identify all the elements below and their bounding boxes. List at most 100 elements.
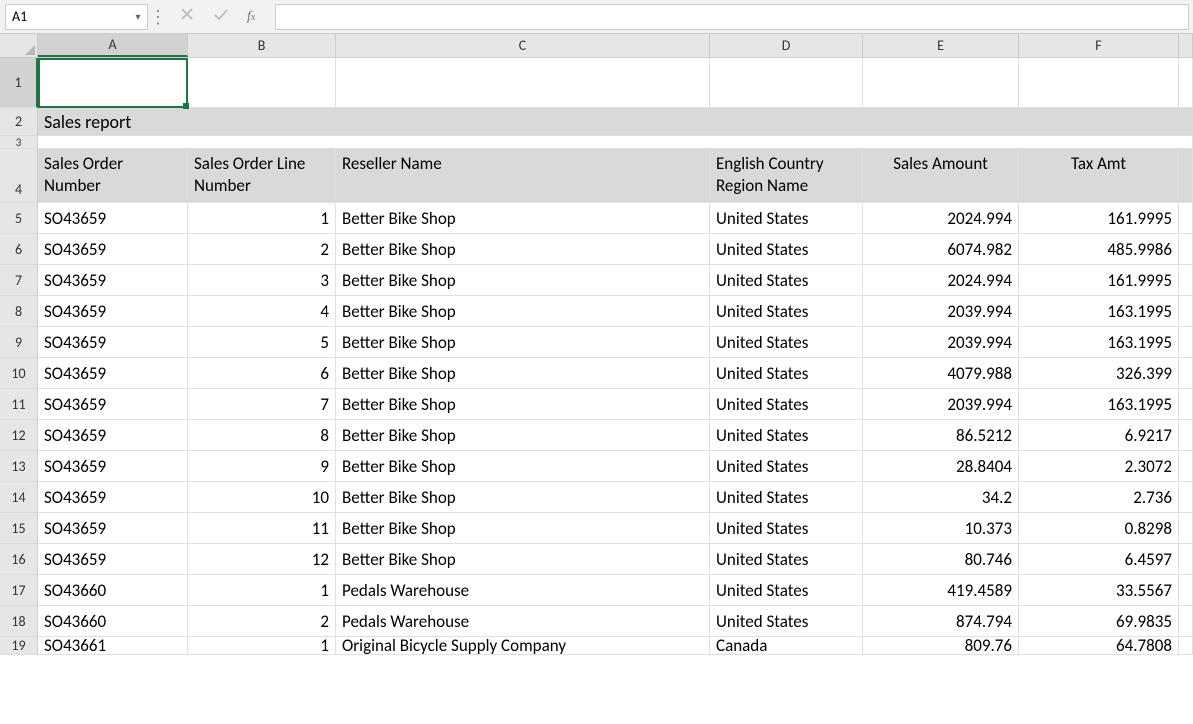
cell-line-number[interactable]: 5 [188, 327, 336, 358]
row-header-4[interactable]: 4 [0, 149, 38, 203]
row-header-17[interactable]: 17 [0, 575, 38, 606]
cell-country[interactable]: United States [710, 420, 863, 451]
header-country-region[interactable]: English CountryRegion Name [710, 149, 863, 203]
cell-line-number[interactable]: 3 [188, 265, 336, 296]
cell-order-number[interactable]: SO43659 [38, 451, 188, 482]
cell-G[interactable] [1179, 296, 1193, 327]
cell-country[interactable]: United States [710, 358, 863, 389]
cell-A1[interactable] [38, 58, 188, 108]
name-box-input[interactable] [6, 8, 147, 25]
cell-country[interactable]: United States [710, 203, 863, 234]
name-box-dropdown[interactable]: ▾ [129, 5, 147, 29]
cell-order-number[interactable]: SO43659 [38, 544, 188, 575]
cell-F1[interactable] [1019, 58, 1179, 108]
cell-order-number[interactable]: SO43659 [38, 482, 188, 513]
cell-sales-amount[interactable]: 874.794 [863, 606, 1019, 637]
cell-order-number[interactable]: SO43659 [38, 358, 188, 389]
cell-tax-amt[interactable]: 163.1995 [1019, 389, 1179, 420]
cell-tax-amt[interactable]: 2.3072 [1019, 451, 1179, 482]
cancel-icon[interactable] [179, 6, 195, 27]
header-sales-order-line-number[interactable]: Sales Order LineNumber [188, 149, 336, 203]
cell-G[interactable] [1179, 575, 1193, 606]
cell-G[interactable] [1179, 265, 1193, 296]
cell-order-number[interactable]: SO43659 [38, 389, 188, 420]
cell-G1[interactable] [1179, 58, 1193, 108]
cell-reseller-name[interactable]: Pedals Warehouse [336, 575, 710, 606]
cell-line-number[interactable]: 2 [188, 606, 336, 637]
cell-reseller-name[interactable]: Better Bike Shop [336, 358, 710, 389]
title-cell[interactable]: Sales report [38, 108, 1193, 136]
cell-tax-amt[interactable]: 6.4597 [1019, 544, 1179, 575]
cell-G[interactable] [1179, 327, 1193, 358]
cell-sales-amount[interactable]: 2024.994 [863, 203, 1019, 234]
cell-line-number[interactable]: 1 [188, 575, 336, 606]
header-reseller-name[interactable]: Reseller Name [336, 149, 710, 203]
cell-order-number[interactable]: SO43659 [38, 265, 188, 296]
cell-reseller-name[interactable]: Better Bike Shop [336, 327, 710, 358]
cell-country[interactable]: United States [710, 389, 863, 420]
cell-reseller-name[interactable]: Better Bike Shop [336, 265, 710, 296]
cell-country[interactable]: United States [710, 327, 863, 358]
cell-G[interactable] [1179, 389, 1193, 420]
cell-D1[interactable] [710, 58, 863, 108]
cell-order-number[interactable]: SO43659 [38, 513, 188, 544]
cell-country[interactable]: United States [710, 451, 863, 482]
cell-order-number[interactable]: SO43659 [38, 234, 188, 265]
formula-input[interactable] [276, 5, 1188, 29]
row-header-12[interactable]: 12 [0, 420, 38, 451]
select-all-corner[interactable] [0, 34, 38, 57]
cell-sales-amount[interactable]: 2039.994 [863, 296, 1019, 327]
row-header-7[interactable]: 7 [0, 265, 38, 296]
cell-tax-amt[interactable]: 485.9986 [1019, 234, 1179, 265]
row-header-18[interactable]: 18 [0, 606, 38, 637]
col-header-A[interactable]: A [38, 34, 188, 57]
cell-tax-amt[interactable]: 163.1995 [1019, 327, 1179, 358]
cell-tax-amt[interactable]: 326.399 [1019, 358, 1179, 389]
cell-country[interactable]: United States [710, 606, 863, 637]
cell-line-number[interactable]: 1 [188, 637, 336, 655]
name-box[interactable]: ▾ [5, 4, 148, 30]
row-header-19[interactable]: 19 [0, 637, 38, 655]
cell-line-number[interactable]: 2 [188, 234, 336, 265]
row-header-2[interactable]: 2 [0, 108, 38, 136]
cell-order-number[interactable]: SO43659 [38, 327, 188, 358]
cell-order-number[interactable]: SO43659 [38, 203, 188, 234]
cell-country[interactable]: United States [710, 544, 863, 575]
cell-sales-amount[interactable]: 4079.988 [863, 358, 1019, 389]
cell-country[interactable]: United States [710, 296, 863, 327]
row-header-5[interactable]: 5 [0, 203, 38, 234]
col-header-G[interactable] [1179, 34, 1193, 57]
cell-reseller-name[interactable]: Better Bike Shop [336, 482, 710, 513]
cell-line-number[interactable]: 4 [188, 296, 336, 327]
cell-tax-amt[interactable]: 0.8298 [1019, 513, 1179, 544]
cell-reseller-name[interactable]: Better Bike Shop [336, 544, 710, 575]
formula-input-wrap[interactable] [275, 4, 1189, 30]
col-header-F[interactable]: F [1019, 34, 1179, 57]
cell-sales-amount[interactable]: 2024.994 [863, 265, 1019, 296]
cell-sales-amount[interactable]: 419.4589 [863, 575, 1019, 606]
cell-row3[interactable] [38, 136, 1193, 149]
cell-reseller-name[interactable]: Better Bike Shop [336, 451, 710, 482]
cell-G[interactable] [1179, 420, 1193, 451]
col-header-B[interactable]: B [188, 34, 336, 57]
cell-tax-amt[interactable]: 6.9217 [1019, 420, 1179, 451]
cell-G[interactable] [1179, 451, 1193, 482]
cell-tax-amt[interactable]: 163.1995 [1019, 296, 1179, 327]
cell-tax-amt[interactable]: 161.9995 [1019, 203, 1179, 234]
col-header-D[interactable]: D [710, 34, 863, 57]
cell-line-number[interactable]: 12 [188, 544, 336, 575]
cell-order-number[interactable]: SO43659 [38, 420, 188, 451]
cell-reseller-name[interactable]: Original Bicycle Supply Company [336, 637, 710, 655]
cell-line-number[interactable]: 7 [188, 389, 336, 420]
col-header-E[interactable]: E [863, 34, 1019, 57]
row-header-1[interactable]: 1 [0, 58, 38, 108]
row-header-3[interactable]: 3 [0, 136, 38, 149]
cell-sales-amount[interactable]: 6074.982 [863, 234, 1019, 265]
cell-line-number[interactable]: 1 [188, 203, 336, 234]
row-header-8[interactable]: 8 [0, 296, 38, 327]
row-header-11[interactable]: 11 [0, 389, 38, 420]
cell-country[interactable]: United States [710, 265, 863, 296]
fx-icon[interactable]: fx [247, 9, 255, 25]
cell-order-number[interactable]: SO43659 [38, 296, 188, 327]
cell-line-number[interactable]: 9 [188, 451, 336, 482]
